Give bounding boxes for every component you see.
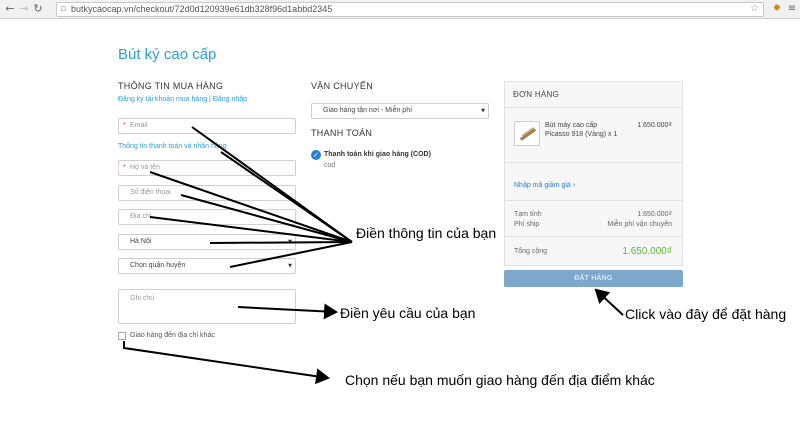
email-field[interactable]: * Email: [118, 118, 296, 134]
address-placeholder: Địa chỉ: [130, 213, 152, 220]
district-value: Chọn quận huyện: [130, 262, 186, 269]
full-name-placeholder: Họ và tên: [130, 164, 160, 171]
payment-heading: THANH TOÁN: [311, 128, 373, 138]
divider: [504, 107, 683, 108]
shipping-fee-value: Miễn phí vận chuyển: [607, 221, 672, 228]
chevron-right-icon: ›: [572, 181, 576, 189]
total-label: Tổng cộng: [514, 248, 548, 255]
coupon-link-label: Nhập mã giảm giá: [514, 182, 571, 189]
arrow-line: [149, 171, 353, 243]
billing-info-link[interactable]: Thông tin thanh toán và nhận hàng: [118, 143, 227, 150]
required-marker: *: [123, 164, 126, 171]
reload-icon[interactable]: ↻: [32, 3, 44, 15]
product-variant: Picasso 918 (Vàng) x 1: [545, 131, 618, 138]
arrow-to-checkbox-note: [123, 341, 330, 385]
arrow-to-order-button: [594, 288, 624, 316]
shipping-heading: VẬN CHUYỂN: [311, 81, 374, 91]
url-text: butkycaocap.vn/checkout/72d0d120939e61db…: [71, 4, 333, 14]
other-address-label[interactable]: Giao hàng đến địa chỉ khác: [130, 332, 215, 339]
payment-method-title[interactable]: Thanh toán khi giao hàng (COD): [324, 151, 431, 158]
chevron-down-icon: ▼: [288, 239, 292, 245]
product-name: Bút máy cao cấp: [545, 122, 598, 129]
coupon-link[interactable]: Nhập mã giảm giá ›: [514, 181, 576, 189]
annotation-click-order: Click vào đây để đặt hàng: [625, 306, 787, 322]
address-field[interactable]: Địa chỉ: [118, 209, 296, 225]
place-order-button[interactable]: ĐẶT HÀNG: [504, 270, 683, 287]
bookmark-star-icon[interactable]: ☆: [750, 3, 759, 14]
phone-placeholder: Số điện thoại: [130, 189, 171, 196]
district-select[interactable]: Chọn quận huyện ▼: [118, 258, 296, 274]
phone-field[interactable]: Số điện thoại: [118, 185, 296, 201]
back-icon[interactable]: ←: [4, 3, 16, 15]
city-value: Hà Nội: [130, 238, 152, 245]
register-login-link[interactable]: Đăng ký tài khoản mua hàng | Đăng nhập: [118, 96, 247, 103]
total-value: 1.650.000₫: [622, 246, 672, 257]
annotation-fill-info: Điền thông tin của bạn: [356, 225, 497, 241]
subtotal-label: Tạm tính: [514, 211, 542, 218]
city-select[interactable]: Hà Nội ▼: [118, 234, 296, 250]
email-placeholder: Email: [130, 122, 148, 129]
page-icon: ▫: [60, 4, 67, 14]
order-heading: ĐƠN HÀNG: [513, 90, 560, 99]
shipping-fee-label: Phí ship: [514, 221, 540, 228]
shipping-method-select[interactable]: Giao hàng tận nơi - Miễn phí ▼: [311, 103, 489, 119]
other-address-checkbox[interactable]: [118, 332, 126, 340]
address-bar[interactable]: ▫ butkycaocap.vn/checkout/72d0d120939e61…: [56, 2, 764, 17]
product-price: 1.650.000₫: [637, 122, 672, 129]
product-thumbnail: [514, 121, 540, 146]
chevron-down-icon: ▼: [481, 108, 485, 114]
check-circle-icon[interactable]: ✓: [311, 150, 321, 160]
order-summary-panel: [504, 81, 683, 266]
payment-method-code: cod: [324, 162, 336, 169]
divider: [504, 200, 683, 201]
shipping-method-value: Giao hàng tận nơi - Miễn phí: [323, 107, 413, 114]
subtotal-value: 1.650.000₫: [637, 211, 672, 218]
menu-icon[interactable]: ≡: [786, 3, 798, 15]
divider: [504, 162, 683, 163]
forward-icon[interactable]: →: [18, 3, 30, 15]
divider: [504, 236, 683, 237]
annotation-fill-request: Điền yêu cầu của bạn: [340, 305, 476, 321]
browser-toolbar: ← → ↻ ▫ butkycaocap.vn/checkout/72d0d120…: [0, 0, 800, 19]
required-marker: *: [123, 122, 126, 129]
annotation-other-address: Chọn nếu bạn muốn giao hàng đến địa điểm…: [345, 372, 655, 388]
note-placeholder: Ghi chú: [130, 295, 155, 302]
full-name-field[interactable]: * Họ và tên: [118, 160, 296, 176]
shop-title[interactable]: Bút ký cao cấp: [118, 46, 216, 63]
note-textarea[interactable]: Ghi chú: [118, 289, 296, 324]
chevron-down-icon: ▼: [288, 263, 292, 269]
customer-info-heading: THÔNG TIN MUA HÀNG: [118, 81, 224, 91]
extension-icon[interactable]: ✸: [771, 3, 783, 15]
